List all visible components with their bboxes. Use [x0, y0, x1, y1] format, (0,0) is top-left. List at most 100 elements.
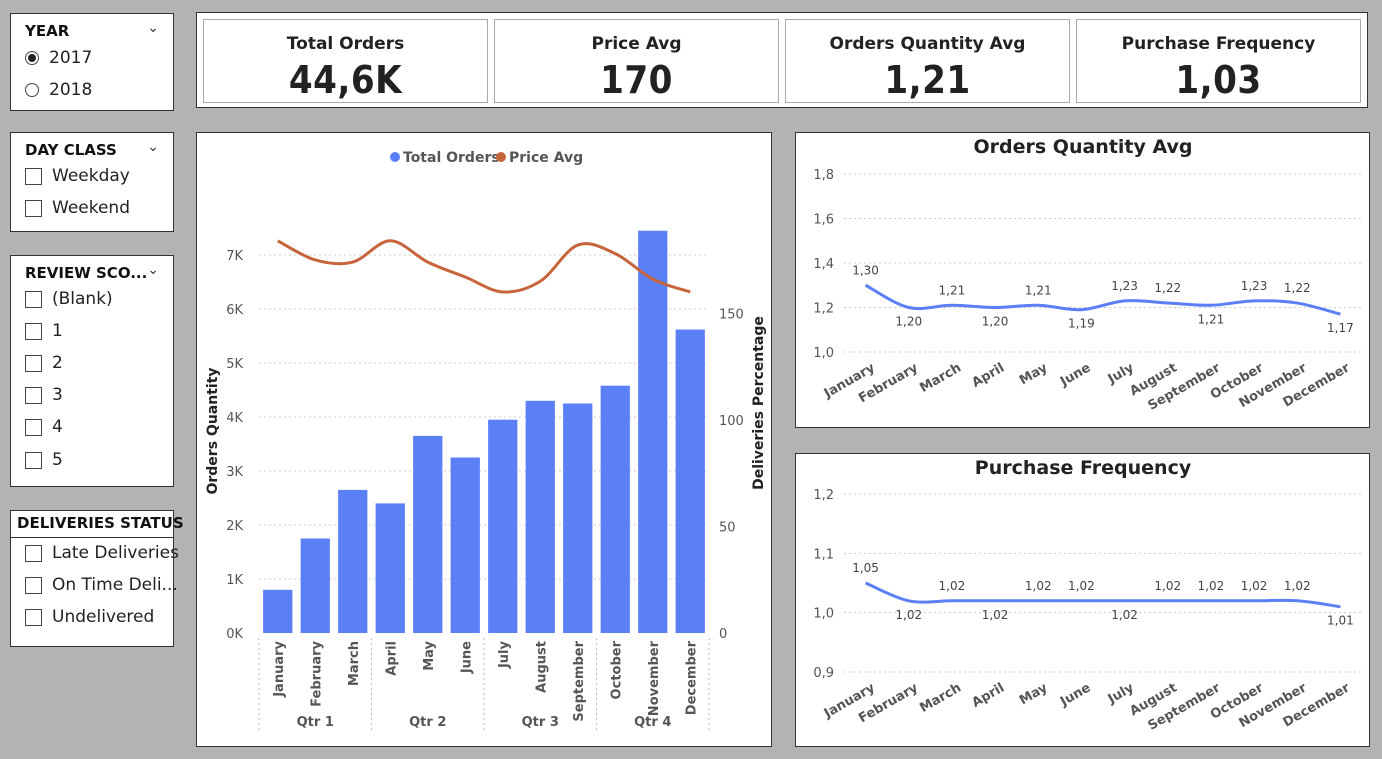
group-label: Qtr 2	[409, 715, 446, 730]
review-score-slicer-title: REVIEW SCO...	[25, 264, 148, 282]
orders-combo-chart[interactable]: Total Orders Price Avg 0K 1K 2K 3K 4K 5K 6K 7K 0 50…	[197, 133, 771, 746]
purchase-frequency-chart-panel: Purchase Frequency 0,9 1,0 1,1 1,2 1,05 1,02 1,…	[795, 453, 1370, 747]
kpi-value: 1,21	[884, 58, 971, 102]
x-tick-label: November	[647, 640, 662, 716]
x-tick-label: June	[1057, 680, 1093, 710]
checkbox[interactable]	[25, 451, 42, 469]
y-tick-label: 1,4	[813, 257, 834, 272]
data-label: 1,05	[852, 561, 879, 575]
legend-marker-price-avg	[496, 152, 506, 162]
data-label: 1,02	[1068, 579, 1095, 593]
data-label: 1,23	[1111, 279, 1138, 293]
kpi-label: Purchase Frequency	[1121, 34, 1316, 54]
review-score-option[interactable]: 5	[25, 450, 63, 470]
y-tick-label: 3K	[226, 465, 243, 480]
x-tick-label: April	[970, 680, 1008, 710]
review-score-option-label: (Blank)	[52, 289, 113, 309]
checkbox[interactable]	[25, 418, 42, 436]
y-tick-label: 0,9	[813, 666, 834, 681]
y-right-tick-label: 0	[719, 627, 727, 642]
data-label: 1,02	[982, 608, 1009, 622]
x-tick-label: May	[422, 640, 437, 670]
x-tick-label: May	[1017, 680, 1051, 708]
checkbox[interactable]	[25, 290, 42, 308]
radio-icon[interactable]	[25, 83, 39, 97]
kpi-value: 170	[600, 58, 673, 102]
year-option-2017[interactable]: 2017	[25, 48, 92, 68]
legend-label: Price Avg	[509, 150, 583, 166]
y-tick-label: 1,6	[813, 213, 834, 228]
data-label: 1,21	[1198, 312, 1225, 326]
kpi-strip: Total Orders 44,6K Price Avg 170 Orders …	[196, 12, 1368, 108]
year-option-label: 2017	[49, 48, 93, 68]
deliveries-option-undelivered[interactable]: Undelivered	[25, 607, 154, 627]
y-right-tick-label: 50	[719, 520, 736, 535]
data-label: 1,02	[1154, 579, 1181, 593]
checkbox[interactable]	[25, 608, 42, 626]
day-class-option-weekend[interactable]: Weekend	[25, 198, 130, 218]
deliveries-option-on-time[interactable]: On Time Deli...	[25, 575, 178, 595]
y-tick-label: 1,2	[813, 488, 834, 503]
checkbox[interactable]	[25, 199, 42, 217]
x-tick-label: June	[459, 641, 474, 674]
review-score-option-label: 1	[52, 321, 63, 341]
y-tick-label: 1,8	[813, 168, 834, 183]
x-tick-label: October	[609, 640, 624, 699]
checkbox[interactable]	[25, 322, 42, 340]
chevron-down-icon[interactable]: ⌄	[147, 262, 159, 278]
checkbox[interactable]	[25, 167, 42, 185]
purchase-frequency-chart[interactable]: Purchase Frequency 0,9 1,0 1,1 1,2 1,05 1,02 1,…	[796, 454, 1369, 746]
checkbox[interactable]	[25, 354, 42, 372]
data-label: 1,02	[1241, 579, 1268, 593]
x-tick-label: August	[534, 641, 549, 693]
kpi-label: Orders Quantity Avg	[829, 34, 1026, 54]
year-option-2018[interactable]: 2018	[25, 80, 92, 100]
x-tick-label: February	[309, 640, 324, 706]
bar	[525, 400, 555, 633]
y-tick-label: 2K	[226, 519, 243, 534]
checkbox[interactable]	[25, 544, 42, 562]
data-label: 1,23	[1241, 279, 1268, 293]
bar	[600, 385, 630, 633]
day-class-option-weekday[interactable]: Weekday	[25, 166, 130, 186]
x-tick-label: September	[572, 640, 587, 721]
y-tick-label: 1,1	[813, 547, 834, 562]
day-class-slicer-title: DAY CLASS	[25, 141, 117, 159]
review-score-option[interactable]: (Blank)	[25, 289, 113, 309]
chevron-down-icon[interactable]: ⌄	[147, 139, 159, 155]
group-label: Qtr 3	[522, 715, 559, 730]
y-tick-label: 6K	[226, 303, 243, 318]
radio-selected-icon[interactable]	[25, 51, 39, 65]
bar	[263, 589, 293, 633]
orders-quantity-avg-chart[interactable]: Orders Quantity Avg 1,0 1,2 1,4 1,6 1,8 1,30 1,…	[796, 133, 1369, 427]
x-tick-label: March	[347, 641, 362, 686]
bar	[450, 457, 480, 633]
year-slicer: YEAR ⌄ 2017 2018	[10, 13, 174, 111]
x-tick-label: May	[1017, 360, 1051, 388]
review-score-option[interactable]: 3	[25, 385, 63, 405]
deliveries-option-late[interactable]: Late Deliveries	[25, 543, 179, 563]
checkbox[interactable]	[25, 576, 42, 594]
deliveries-option-label: Undelivered	[52, 607, 155, 627]
y-tick-label: 1,0	[813, 346, 834, 361]
chart-legend: Total Orders Price Avg	[390, 150, 583, 166]
kpi-label: Price Avg	[591, 34, 682, 54]
review-score-option[interactable]: 2	[25, 353, 63, 373]
review-score-option[interactable]: 1	[25, 321, 63, 341]
y-tick-label: 1,2	[813, 302, 834, 317]
data-label: 1,02	[1284, 579, 1311, 593]
series-line	[864, 283, 1341, 316]
bar	[675, 329, 705, 633]
y-right-axis-title: Deliveries Percentage	[751, 316, 767, 490]
review-score-option[interactable]: 4	[25, 417, 63, 437]
x-tick-label: April	[970, 360, 1008, 390]
checkbox[interactable]	[25, 386, 42, 404]
data-label: 1,02	[1025, 579, 1052, 593]
data-label: 1,01	[1327, 614, 1354, 628]
bar	[488, 419, 518, 633]
data-label: 1,17	[1327, 321, 1354, 335]
kpi-orders-quantity-avg: Orders Quantity Avg 1,21	[785, 19, 1070, 103]
data-label: 1,02	[1198, 579, 1225, 593]
chevron-down-icon[interactable]: ⌄	[147, 20, 159, 36]
y-right-tick-label: 100	[719, 414, 744, 429]
